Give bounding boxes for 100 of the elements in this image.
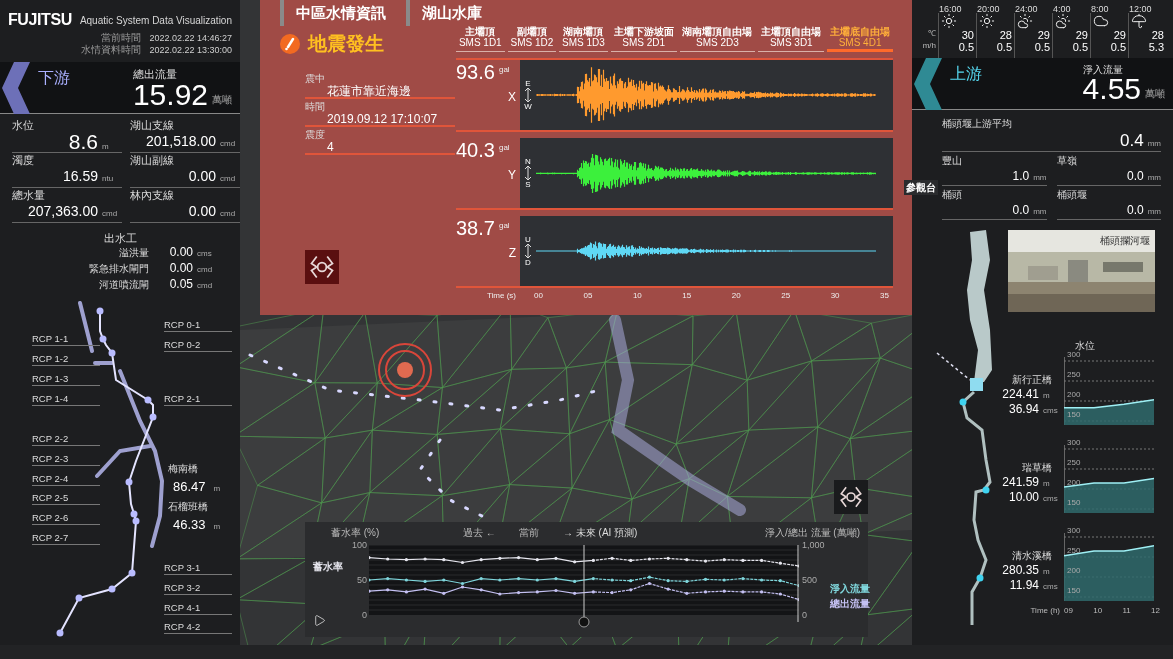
upstream-label: 上游 xyxy=(950,64,982,84)
river-point-label: RCP 2-2 xyxy=(32,432,100,446)
play-icon[interactable] xyxy=(313,614,326,627)
chevron-icon xyxy=(912,58,942,110)
alert-icon xyxy=(280,34,300,55)
alert-title: 地震發生 xyxy=(308,32,384,56)
peak-value: 40.3 xyxy=(456,138,495,162)
outlet-unit: cmd xyxy=(197,264,214,276)
axis-label: X xyxy=(508,89,516,106)
time-label: 水情資料時間 xyxy=(81,44,142,56)
station-name: 瑞草橋 xyxy=(1022,461,1052,475)
drone-button[interactable] xyxy=(305,249,339,284)
cloud-sun-icon xyxy=(1017,13,1033,29)
chevron-icon xyxy=(0,62,30,114)
cloud-icon xyxy=(1093,13,1109,29)
metric-label: 淨入流量 xyxy=(1082,63,1123,77)
stat-unit: m xyxy=(102,141,110,153)
time-axis-label: Time (s) xyxy=(485,290,517,302)
river-point-label: RCP 3-1 xyxy=(164,561,232,575)
rain-unit-label: mm xyxy=(1033,206,1047,218)
rain-unit: m/h xyxy=(922,40,936,52)
rain-value: 1.0 xyxy=(1012,168,1030,185)
metric-label: 總出流量 xyxy=(132,67,177,82)
field-label: 震中 xyxy=(305,72,326,84)
rain-value: 0.0 xyxy=(1127,168,1144,185)
axis-label: Y xyxy=(508,167,516,184)
y-tick: 300 xyxy=(1067,351,1081,359)
rain-label: 豐山 xyxy=(942,155,963,167)
y-tick: 0 xyxy=(802,610,807,620)
sun-icon xyxy=(979,13,995,29)
cloud-sun-icon xyxy=(1055,13,1071,29)
stat-unit: cmd xyxy=(220,208,237,220)
rain-label: 草嶺 xyxy=(1056,155,1078,167)
time-tick: 00 xyxy=(534,290,543,302)
stat-label: 湖山支線 xyxy=(130,118,175,132)
forecast-rain: 0.5 xyxy=(1071,41,1088,53)
station-level: 280.35 xyxy=(1002,563,1039,577)
rain-unit-label: mm xyxy=(1147,206,1161,218)
timeline-thumb[interactable] xyxy=(578,616,590,628)
forecast-temp: 29 xyxy=(1112,29,1126,41)
river-point-label: RCP 1-2 xyxy=(32,352,100,366)
sensor-tab[interactable]: 副壩頂 SMS 1D2 xyxy=(507,26,557,52)
peak-unit: gal xyxy=(498,142,510,154)
station-level: 241.59 xyxy=(1002,475,1039,489)
sensor-tab[interactable]: 湖南壩頂自由場 SMS 2D3 xyxy=(679,26,756,52)
bridge-value: 86.47 xyxy=(173,478,206,496)
forecast-time: 4:00 xyxy=(1053,3,1071,16)
y-tick: 300 xyxy=(1067,439,1081,447)
river-point-label: RCP 1-4 xyxy=(32,392,100,406)
outlet-label: 緊急排水閘門 xyxy=(88,262,149,276)
drone-icon xyxy=(838,484,864,510)
field-label: 時間 xyxy=(305,100,326,112)
forecast-rain: 0.5 xyxy=(995,41,1012,53)
y-tick: 100 xyxy=(350,540,367,550)
field-value: 4 xyxy=(327,139,335,154)
drone-button[interactable] xyxy=(834,480,868,514)
outlet-unit: cmd xyxy=(197,280,214,292)
axis-title: 蓄水率 (%) xyxy=(330,527,381,539)
up-down-arrow-icon xyxy=(525,166,531,180)
forecast-rain: 5.3 xyxy=(1147,41,1164,53)
y-tick: 250 xyxy=(1067,547,1081,555)
stat-unit: cmd xyxy=(220,173,237,185)
station-unit: m xyxy=(1043,566,1051,578)
y-tick: 1,000 xyxy=(802,540,825,550)
time-tick: 10 xyxy=(632,290,642,302)
scene-label: 參觀台 xyxy=(904,180,938,195)
stat-value: 0.00 xyxy=(188,202,216,220)
outlet-value: 0.05 xyxy=(168,277,193,291)
peak-value: 93.6 xyxy=(456,60,495,84)
rain-label: 桶頭堰 xyxy=(1056,189,1088,201)
sensor-tab[interactable]: 主壩底自由場 SMS 4D1 xyxy=(827,26,893,52)
bridge-name: 石榴班橋 xyxy=(168,500,208,514)
station-flow: 11.94 xyxy=(1009,578,1039,592)
bridge-name: 梅南橋 xyxy=(168,462,198,476)
y-tick: 50 xyxy=(356,575,367,585)
sensor-tab[interactable]: 主壩頂自由場 SMS 3D1 xyxy=(758,26,825,52)
time-tick: 09 xyxy=(1064,605,1073,617)
outlet-title: 出水工 xyxy=(103,231,137,245)
y-tick: 200 xyxy=(1067,479,1081,487)
stat-value: 8.6 xyxy=(68,132,98,152)
outlet-label: 河道噴流閘 xyxy=(98,278,149,292)
panel-tab[interactable]: 湖山水庫 xyxy=(406,0,482,26)
stat-label: 水位 xyxy=(12,118,35,132)
sensor-tab[interactable]: 湖南壩頂 SMS 1D3 xyxy=(559,26,608,52)
panel-tab[interactable]: 中區水情資訊 xyxy=(280,0,386,26)
direction-label: W xyxy=(524,102,532,111)
direction-label: N xyxy=(525,157,531,166)
rain-value: 0.0 xyxy=(1127,202,1144,219)
river-point-label: RCP 3-2 xyxy=(164,581,232,595)
time-tick: 05 xyxy=(583,290,593,302)
forecast-temp: 30 xyxy=(960,29,974,41)
sensor-tab[interactable]: 主壩下游坡面 SMS 2D1 xyxy=(610,26,677,52)
sensor-tab[interactable]: 主壩頂 SMS 1D1 xyxy=(456,26,505,52)
river-point-label: RCP 4-1 xyxy=(164,601,232,615)
time-value: 2022.02.22 13:30:00 xyxy=(149,44,232,56)
outlet-unit: cms xyxy=(197,248,213,260)
photo-caption: 桶頭攔河堰 xyxy=(1100,234,1150,248)
downstream-label: 下游 xyxy=(38,68,70,88)
river-point-label: RCP 2-3 xyxy=(32,452,100,466)
metric-unit: 萬噸 xyxy=(212,92,232,107)
